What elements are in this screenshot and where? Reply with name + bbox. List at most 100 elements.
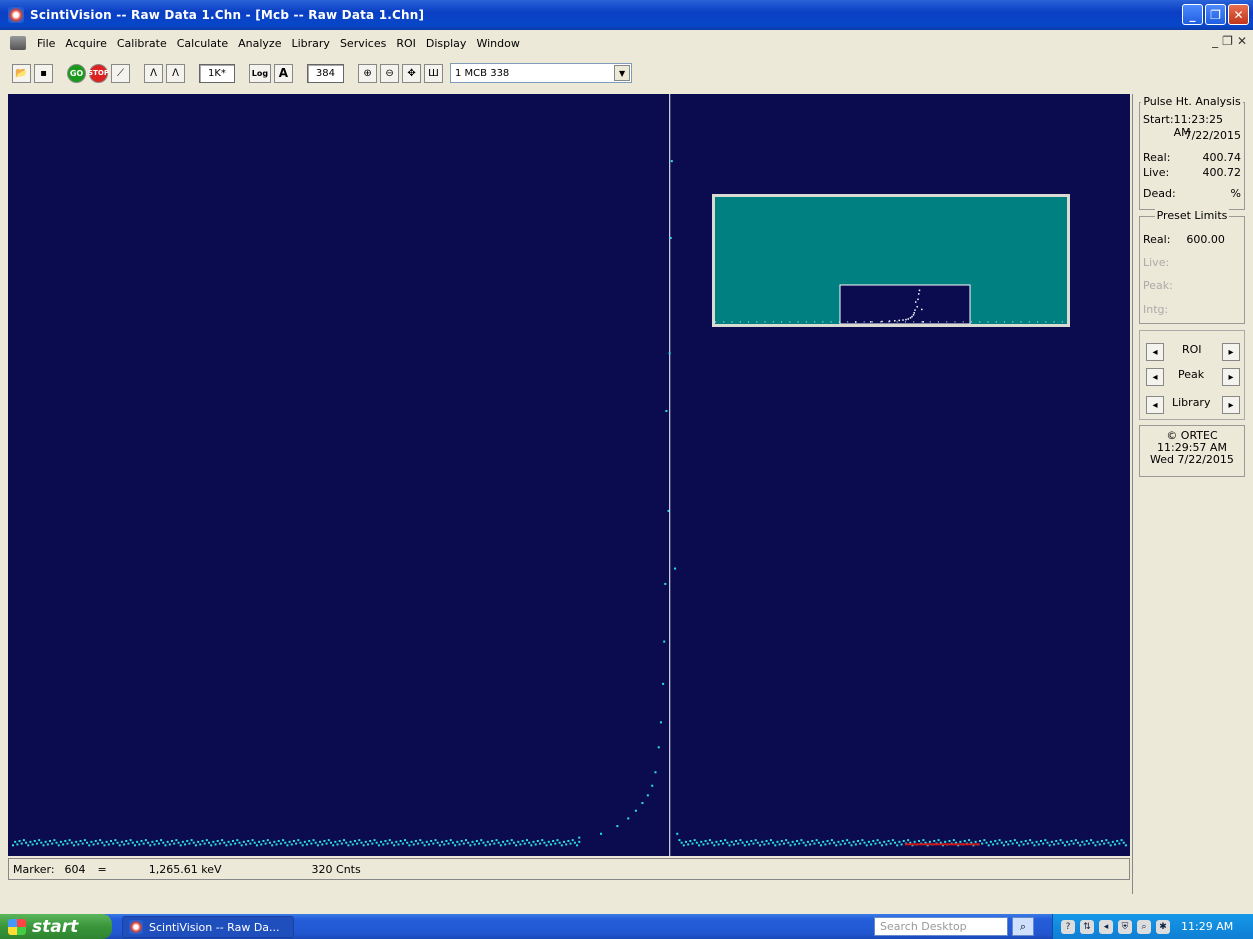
- overview-point: [913, 321, 915, 323]
- baseline-point: [425, 840, 428, 843]
- menu-roi[interactable]: ROI: [391, 37, 421, 50]
- baseline-point: [1085, 839, 1088, 842]
- baseline-point: [417, 842, 420, 845]
- network-icon[interactable]: ⇅: [1080, 919, 1094, 934]
- spectrum-point: [676, 832, 679, 835]
- peak-next-icon[interactable]: ▸: [1222, 368, 1240, 386]
- menu-acquire[interactable]: Acquire: [60, 37, 111, 50]
- log-button[interactable]: Log: [248, 63, 271, 83]
- overview-point: [797, 321, 799, 323]
- overview-point: [954, 321, 956, 323]
- menu-services[interactable]: Services: [335, 37, 391, 50]
- menu-calibrate[interactable]: Calibrate: [112, 37, 172, 50]
- baseline-point: [88, 844, 91, 847]
- baseline-point: [1009, 839, 1012, 842]
- fullview-icon[interactable]: Ш: [424, 63, 444, 83]
- child-restore-button[interactable]: ❐: [1222, 34, 1233, 48]
- back-icon[interactable]: ◂: [1099, 919, 1113, 934]
- overview-point: [870, 321, 872, 323]
- baseline-point: [811, 839, 814, 842]
- baseline-point: [1007, 843, 1010, 846]
- baseline-point: [443, 843, 446, 846]
- library-next-icon[interactable]: ▸: [1222, 396, 1240, 414]
- baseline-point: [741, 841, 744, 844]
- open-folder-icon[interactable]: 📂: [12, 63, 31, 83]
- overview-point: [921, 321, 923, 323]
- restore-button[interactable]: ❐: [1205, 4, 1226, 25]
- baseline-point: [314, 841, 317, 844]
- start-button[interactable]: start: [0, 914, 112, 939]
- overview-point: [1020, 321, 1022, 323]
- menu-window[interactable]: Window: [471, 37, 524, 50]
- spectrum-point: [616, 825, 619, 828]
- save-icon[interactable]: ▪: [34, 63, 53, 83]
- vertical-scale-field[interactable]: 384: [306, 63, 345, 83]
- baseline-point: [388, 839, 391, 842]
- baseline-point: [441, 840, 444, 843]
- baseline-point: [565, 843, 568, 846]
- search-icon[interactable]: ⌕: [1012, 917, 1034, 936]
- baseline-point: [833, 841, 836, 844]
- child-close-button[interactable]: ✕: [1237, 34, 1247, 48]
- close-button[interactable]: ✕: [1228, 4, 1249, 25]
- search-tray-icon[interactable]: ⌕: [1137, 919, 1151, 934]
- baseline-point: [1026, 842, 1029, 845]
- clear-spectrum-icon[interactable]: ⟋: [111, 63, 130, 83]
- stop-button[interactable]: STOP: [88, 63, 109, 83]
- baseline-point: [745, 840, 748, 843]
- baseline-point: [983, 839, 986, 842]
- baseline-point: [482, 841, 485, 844]
- baseline-point: [978, 839, 981, 842]
- spectrum-point: [651, 784, 654, 787]
- taskbar-item-scintivision[interactable]: ScintiVision -- Raw Da...: [122, 916, 294, 938]
- menu-calculate[interactable]: Calculate: [172, 37, 233, 50]
- peak-left-icon[interactable]: ᐱ: [144, 63, 163, 83]
- shield-icon[interactable]: ⛨: [1118, 919, 1132, 934]
- search-desktop-input[interactable]: Search Desktop: [874, 917, 1008, 936]
- baseline-point: [59, 840, 62, 843]
- scale-1k-button[interactable]: 1K*: [199, 63, 235, 83]
- baseline-point: [216, 839, 219, 842]
- auto-scale-button[interactable]: A: [273, 63, 293, 83]
- baseline-point: [72, 844, 75, 847]
- child-minimize-button[interactable]: _: [1212, 34, 1218, 48]
- menu-analyze[interactable]: Analyze: [233, 37, 286, 50]
- library-previous-icon[interactable]: ◂: [1146, 396, 1164, 414]
- menu-library[interactable]: Library: [286, 37, 334, 50]
- baseline-point: [798, 842, 801, 845]
- baseline-point: [419, 839, 422, 842]
- start-label: start: [32, 916, 79, 937]
- zoom-window-indicator[interactable]: [839, 284, 971, 324]
- peak-right-icon[interactable]: ᐱ: [166, 63, 185, 83]
- overview-point: [979, 321, 981, 323]
- roi-next-icon[interactable]: ▸: [1222, 343, 1240, 361]
- baseline-point: [754, 839, 757, 842]
- help-icon[interactable]: ?: [1061, 919, 1075, 934]
- full-spectrum-window[interactable]: [712, 194, 1070, 327]
- baseline-point: [1005, 840, 1008, 843]
- roi-previous-icon[interactable]: ◂: [1146, 343, 1164, 361]
- document-icon[interactable]: [10, 36, 26, 50]
- chevron-down-icon[interactable]: ▼: [614, 65, 631, 81]
- menu-display[interactable]: Display: [421, 37, 472, 50]
- overview-point: [913, 312, 915, 314]
- minimize-button[interactable]: _: [1182, 4, 1203, 25]
- baseline-point: [286, 844, 289, 847]
- baseline-point: [366, 843, 369, 846]
- zoom-in-icon[interactable]: ⊕: [358, 63, 378, 83]
- zoom-out-icon[interactable]: ⊖: [380, 63, 400, 83]
- security-alert-icon[interactable]: ✱: [1156, 919, 1170, 934]
- go-button[interactable]: GO: [67, 63, 86, 83]
- peak-previous-icon[interactable]: ◂: [1146, 368, 1164, 386]
- baseline-point: [1094, 844, 1097, 847]
- preset-title: Preset Limits: [1154, 209, 1230, 222]
- detector-select[interactable]: 1 MCB 338 ▼: [450, 63, 633, 83]
- spectrum-point: [578, 836, 581, 839]
- baseline-point: [1022, 843, 1025, 846]
- menu-file[interactable]: File: [32, 37, 60, 50]
- overview-point: [748, 321, 750, 323]
- center-icon[interactable]: ✥: [402, 63, 422, 83]
- baseline-point: [992, 843, 995, 846]
- baseline-point: [702, 843, 705, 846]
- spectrum-window[interactable]: [8, 94, 1130, 856]
